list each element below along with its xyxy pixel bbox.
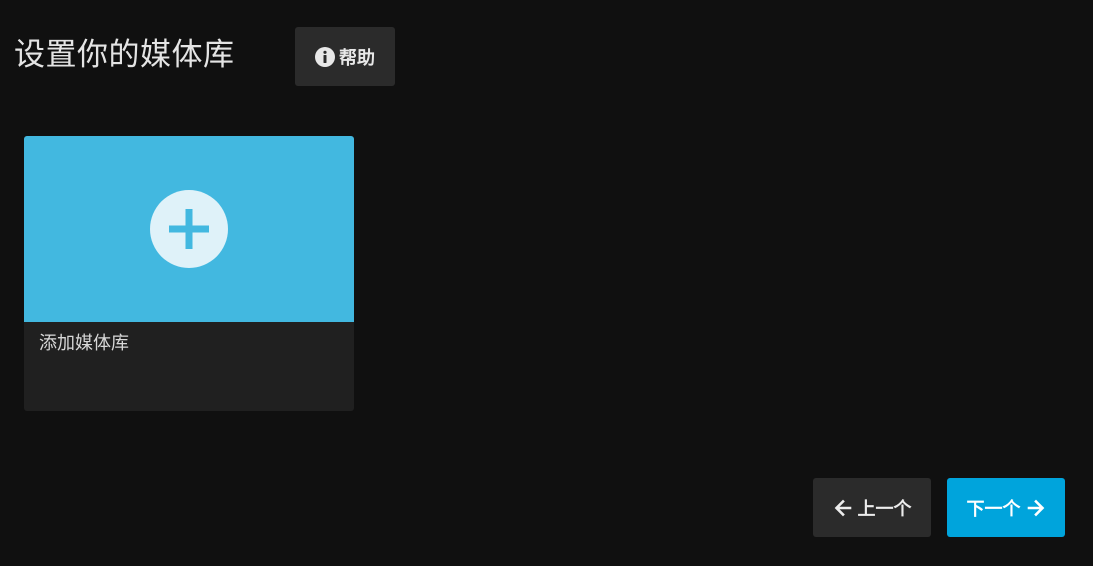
add-library-label: 添加媒体库 — [39, 333, 129, 354]
add-library-card-image[interactable] — [24, 136, 354, 322]
previous-button-label: 上一个 — [857, 498, 912, 520]
info-icon — [315, 46, 335, 67]
next-button[interactable]: 下一个 — [947, 478, 1065, 537]
page-title: 设置你的媒体库 — [14, 37, 235, 73]
next-button-label: 下一个 — [966, 498, 1021, 520]
help-button-label: 帮助 — [339, 47, 375, 69]
setup-page: 设置你的媒体库 帮助 添加媒体库 上一个 下一个 — [0, 0, 1093, 566]
arrow-right-icon — [1026, 498, 1046, 518]
plus-icon[interactable] — [150, 190, 228, 268]
arrow-left-icon — [833, 498, 853, 518]
help-button[interactable]: 帮助 — [295, 27, 395, 86]
previous-button[interactable]: 上一个 — [813, 478, 931, 537]
add-library-card[interactable]: 添加媒体库 — [24, 136, 354, 411]
